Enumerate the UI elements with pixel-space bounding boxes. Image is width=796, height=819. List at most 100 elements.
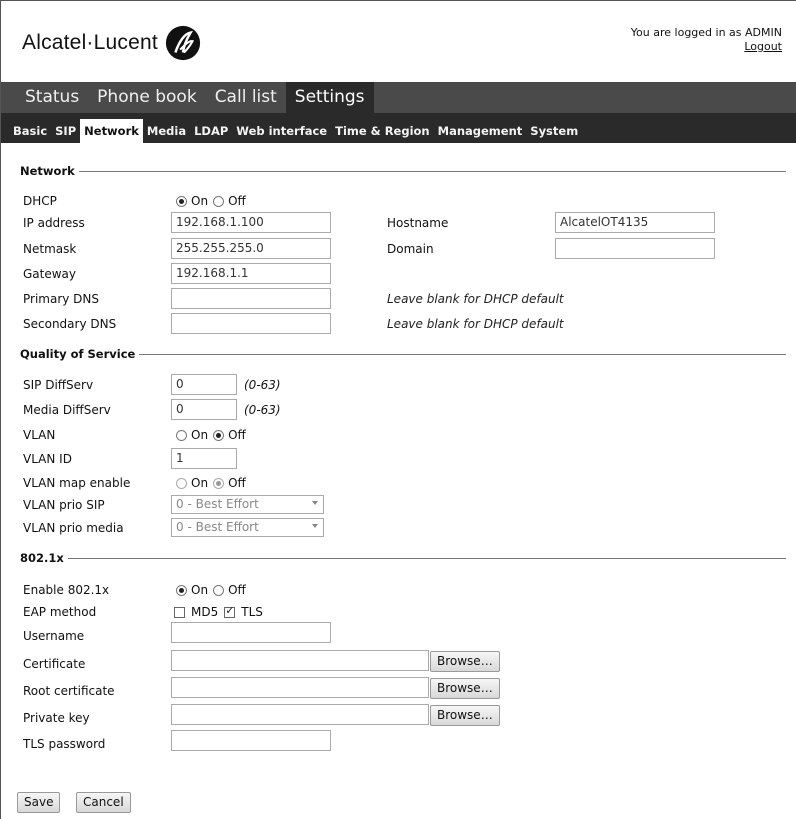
primary-dns-input[interactable] (171, 288, 331, 309)
dot1x-section-header: 802.1x (20, 551, 786, 565)
qos-section-header: Quality of Service (20, 347, 786, 361)
subtab-time-region[interactable]: Time & Region (331, 119, 434, 143)
domain-input[interactable] (555, 238, 715, 259)
tab-settings[interactable]: Settings (285, 82, 374, 113)
brand-name: Alcatel·Lucent (22, 31, 158, 54)
root-certificate-file-input[interactable] (171, 677, 429, 698)
gateway-input[interactable]: 192.168.1.1 (171, 263, 331, 284)
cancel-button[interactable]: Cancel (76, 792, 131, 813)
secondary-dns-label: Secondary DNS (23, 317, 117, 331)
sip-diffserv-label: SIP DiffServ (23, 378, 94, 392)
vlan-on-radio[interactable] (176, 429, 187, 441)
subtab-system[interactable]: System (526, 119, 582, 143)
md5-label: MD5 (191, 605, 219, 619)
domain-label: Domain (387, 242, 434, 256)
section-divider (78, 170, 786, 172)
eap-method-group: MD5 TLS (174, 604, 269, 619)
vlan-map-radio-group: On Off (176, 476, 251, 490)
dhcp-label: DHCP (23, 194, 57, 208)
subtab-basic[interactable]: Basic (9, 119, 51, 143)
vlan-label: VLAN (23, 428, 56, 442)
subtab-web-interface[interactable]: Web interface (232, 119, 331, 143)
certificate-file-input[interactable] (171, 650, 429, 671)
certificate-label: Certificate (23, 657, 86, 671)
vlan-on-label: On (191, 428, 209, 442)
primary-dns-hint: Leave blank for DHCP default (387, 292, 564, 306)
main-nav: Status Phone book Call list Settings (1, 82, 796, 113)
vlan-radio-group: On Off (176, 428, 251, 442)
vlan-prio-media-select[interactable]: 0 - Best Effort (171, 518, 324, 537)
subtab-management[interactable]: Management (434, 119, 527, 143)
enable-8021x-label: Enable 802.1x (23, 583, 110, 597)
private-key-file-input[interactable] (171, 704, 429, 725)
enable-8021x-on-label: On (191, 583, 209, 597)
chevron-down-icon (312, 524, 318, 528)
alcatel-lucent-logo-icon (165, 25, 200, 61)
tls-password-label: TLS password (23, 737, 106, 751)
save-button[interactable]: Save (17, 792, 61, 813)
qos-section-title: Quality of Service (20, 347, 136, 361)
logged-in-text: You are logged in as ADMIN (630, 26, 782, 39)
network-section-header: Network (20, 164, 786, 178)
vlan-map-off-label: Off (228, 476, 246, 490)
vlan-off-radio[interactable] (213, 429, 225, 441)
section-divider (139, 353, 786, 355)
vlan-id-label: VLAN ID (23, 452, 72, 466)
hostname-label: Hostname (387, 216, 449, 230)
subtab-network[interactable]: Network (80, 119, 143, 143)
dhcp-on-radio[interactable] (176, 195, 187, 207)
vlan-map-on-radio[interactable] (176, 477, 187, 489)
media-diffserv-range: (0-63) (244, 403, 281, 417)
hostname-input[interactable]: AlcatelOT4135 (555, 212, 715, 233)
netmask-input[interactable]: 255.255.255.0 (171, 238, 331, 259)
private-key-label: Private key (23, 711, 90, 725)
primary-dns-label: Primary DNS (23, 292, 100, 306)
dhcp-on-label: On (191, 194, 209, 208)
tls-password-input[interactable] (171, 730, 331, 751)
gateway-label: Gateway (23, 267, 77, 281)
enable-8021x-radio-group: On Off (176, 583, 251, 597)
username-input[interactable] (171, 622, 331, 643)
sip-diffserv-input[interactable]: 0 (171, 374, 237, 395)
vlan-prio-sip-label: VLAN prio SIP (23, 498, 105, 512)
vlan-prio-sip-select[interactable]: 0 - Best Effort (171, 495, 324, 514)
subtab-media[interactable]: Media (143, 119, 190, 143)
enable-8021x-on-radio[interactable] (176, 584, 187, 596)
enable-8021x-off-radio[interactable] (213, 584, 225, 596)
subtab-ldap[interactable]: LDAP (190, 119, 232, 143)
section-divider (67, 557, 786, 559)
subtab-sip[interactable]: SIP (51, 119, 80, 143)
dhcp-radio-group: On Off (176, 194, 251, 208)
ip-address-input[interactable]: 192.168.1.100 (171, 212, 331, 233)
settings-sub-nav: Basic SIP Network Media LDAP Web interfa… (1, 113, 796, 143)
root-certificate-browse-button[interactable]: Browse… (430, 678, 500, 699)
tab-phone-book[interactable]: Phone book (88, 82, 206, 113)
tls-label: TLS (241, 605, 263, 619)
logout-link[interactable]: Logout (631, 40, 782, 54)
tls-checkbox[interactable] (224, 604, 236, 618)
vlan-id-input[interactable]: 1 (171, 448, 237, 469)
tab-status[interactable]: Status (16, 82, 88, 113)
secondary-dns-hint: Leave blank for DHCP default (387, 317, 564, 331)
secondary-dns-input[interactable] (171, 313, 331, 334)
brand-logo: Alcatel·Lucent (22, 24, 202, 62)
dot1x-section-title: 802.1x (20, 551, 64, 565)
tab-call-list[interactable]: Call list (206, 82, 286, 113)
vlan-prio-media-value: 0 - Best Effort (176, 520, 259, 534)
root-certificate-label: Root certificate (23, 684, 115, 698)
private-key-browse-button[interactable]: Browse… (430, 705, 500, 726)
media-diffserv-label: Media DiffServ (23, 403, 111, 417)
media-diffserv-input[interactable]: 0 (171, 399, 237, 420)
md5-checkbox[interactable] (174, 606, 185, 618)
chevron-down-icon (312, 501, 318, 505)
dhcp-off-label: Off (228, 194, 246, 208)
vlan-off-label: Off (228, 428, 246, 442)
vlan-prio-sip-value: 0 - Best Effort (176, 497, 259, 511)
certificate-browse-button[interactable]: Browse… (430, 651, 500, 672)
eap-method-label: EAP method (23, 605, 97, 619)
username-label: Username (23, 629, 85, 643)
vlan-prio-media-label: VLAN prio media (23, 521, 124, 535)
vlan-map-on-label: On (191, 476, 209, 490)
vlan-map-off-radio[interactable] (213, 477, 225, 489)
dhcp-off-radio[interactable] (213, 195, 225, 207)
